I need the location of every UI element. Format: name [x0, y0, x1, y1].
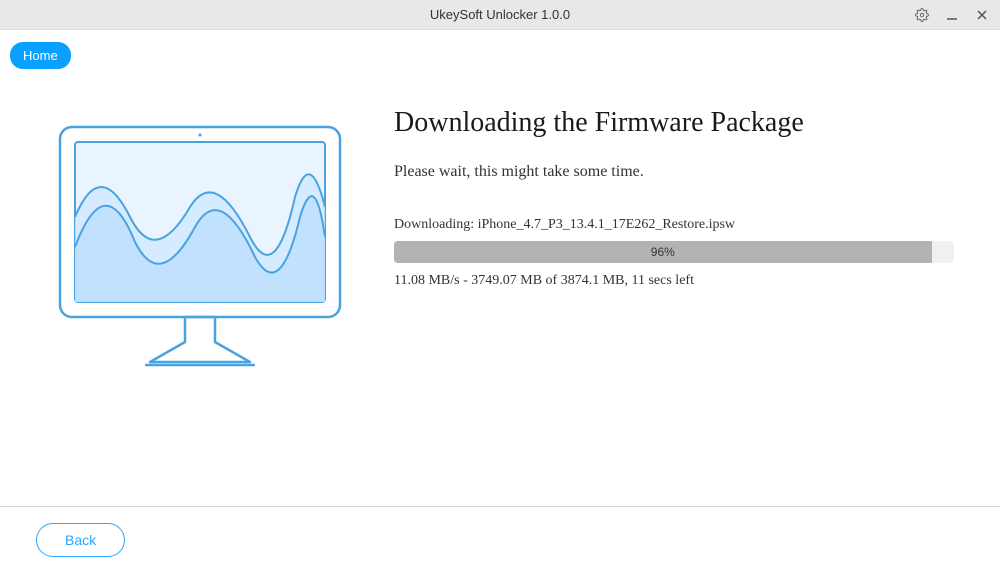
- main-content: Downloading the Firmware Package Please …: [0, 69, 1000, 377]
- progress-percent-label: 96%: [651, 245, 675, 259]
- settings-icon[interactable]: [912, 5, 932, 25]
- back-button[interactable]: Back: [36, 523, 125, 557]
- minimize-icon[interactable]: [942, 5, 962, 25]
- progress-bar: 96%: [394, 241, 954, 263]
- app-title: UkeySoft Unlocker 1.0.0: [430, 7, 570, 22]
- titlebar: UkeySoft Unlocker 1.0.0: [0, 0, 1000, 30]
- nav-bar: Home: [0, 30, 1000, 69]
- home-button[interactable]: Home: [10, 42, 71, 69]
- download-file-line: Downloading: iPhone_4.7_P3_13.4.1_17E262…: [394, 217, 960, 233]
- window-controls: [912, 0, 992, 30]
- close-icon[interactable]: [972, 5, 992, 25]
- footer-bar: Back: [0, 506, 1000, 572]
- download-panel: Downloading the Firmware Package Please …: [360, 99, 960, 377]
- page-subtext: Please wait, this might take some time.: [394, 163, 960, 181]
- progress-fill: 96%: [394, 241, 932, 263]
- monitor-illustration: [40, 99, 360, 377]
- download-status-line: 11.08 MB/s - 3749.07 MB of 3874.1 MB, 11…: [394, 273, 960, 289]
- page-heading: Downloading the Firmware Package: [394, 107, 960, 139]
